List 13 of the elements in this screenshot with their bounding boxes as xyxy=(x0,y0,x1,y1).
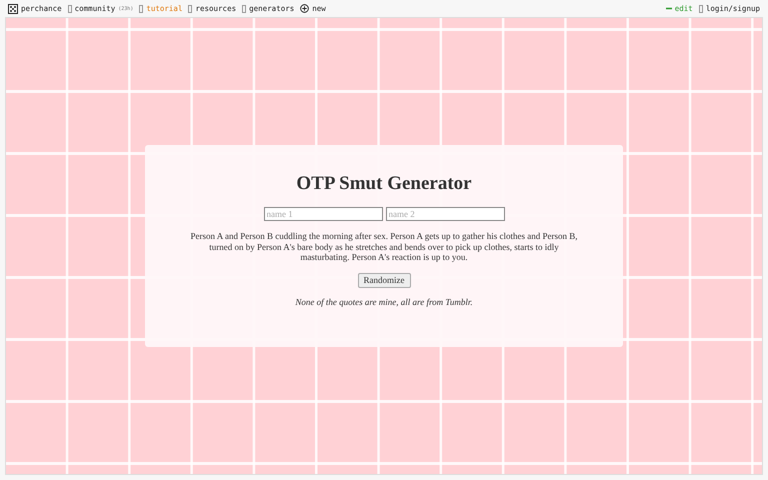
plus-circle-icon xyxy=(300,4,310,13)
note-text: None of the quotes are mine, all are from Tumblr. xyxy=(295,296,473,306)
placeholder-glyph-icon xyxy=(242,4,246,12)
placeholder-glyph-icon xyxy=(139,4,144,12)
generator-title: OTP Smut Generator xyxy=(296,173,472,195)
placeholder-glyph-icon xyxy=(68,4,72,12)
dice-icon xyxy=(8,4,18,14)
placeholder-glyph-icon xyxy=(188,4,192,12)
name-field[interactable]: name 2 xyxy=(386,207,504,221)
randomize-button[interactable]: Randomize xyxy=(358,272,410,288)
prompt-text: Person A and Person B cuddling the morning after sex. Person A gets up to gather his clothes and Person B, turned on by Person A's bare body as he stretches and bends over to pick up clothes, starts to idly masturbating. Person A's reaction is up to you. xyxy=(190,231,578,262)
name-field[interactable]: name 1 xyxy=(264,207,382,221)
placeholder-glyph-icon xyxy=(698,4,703,12)
